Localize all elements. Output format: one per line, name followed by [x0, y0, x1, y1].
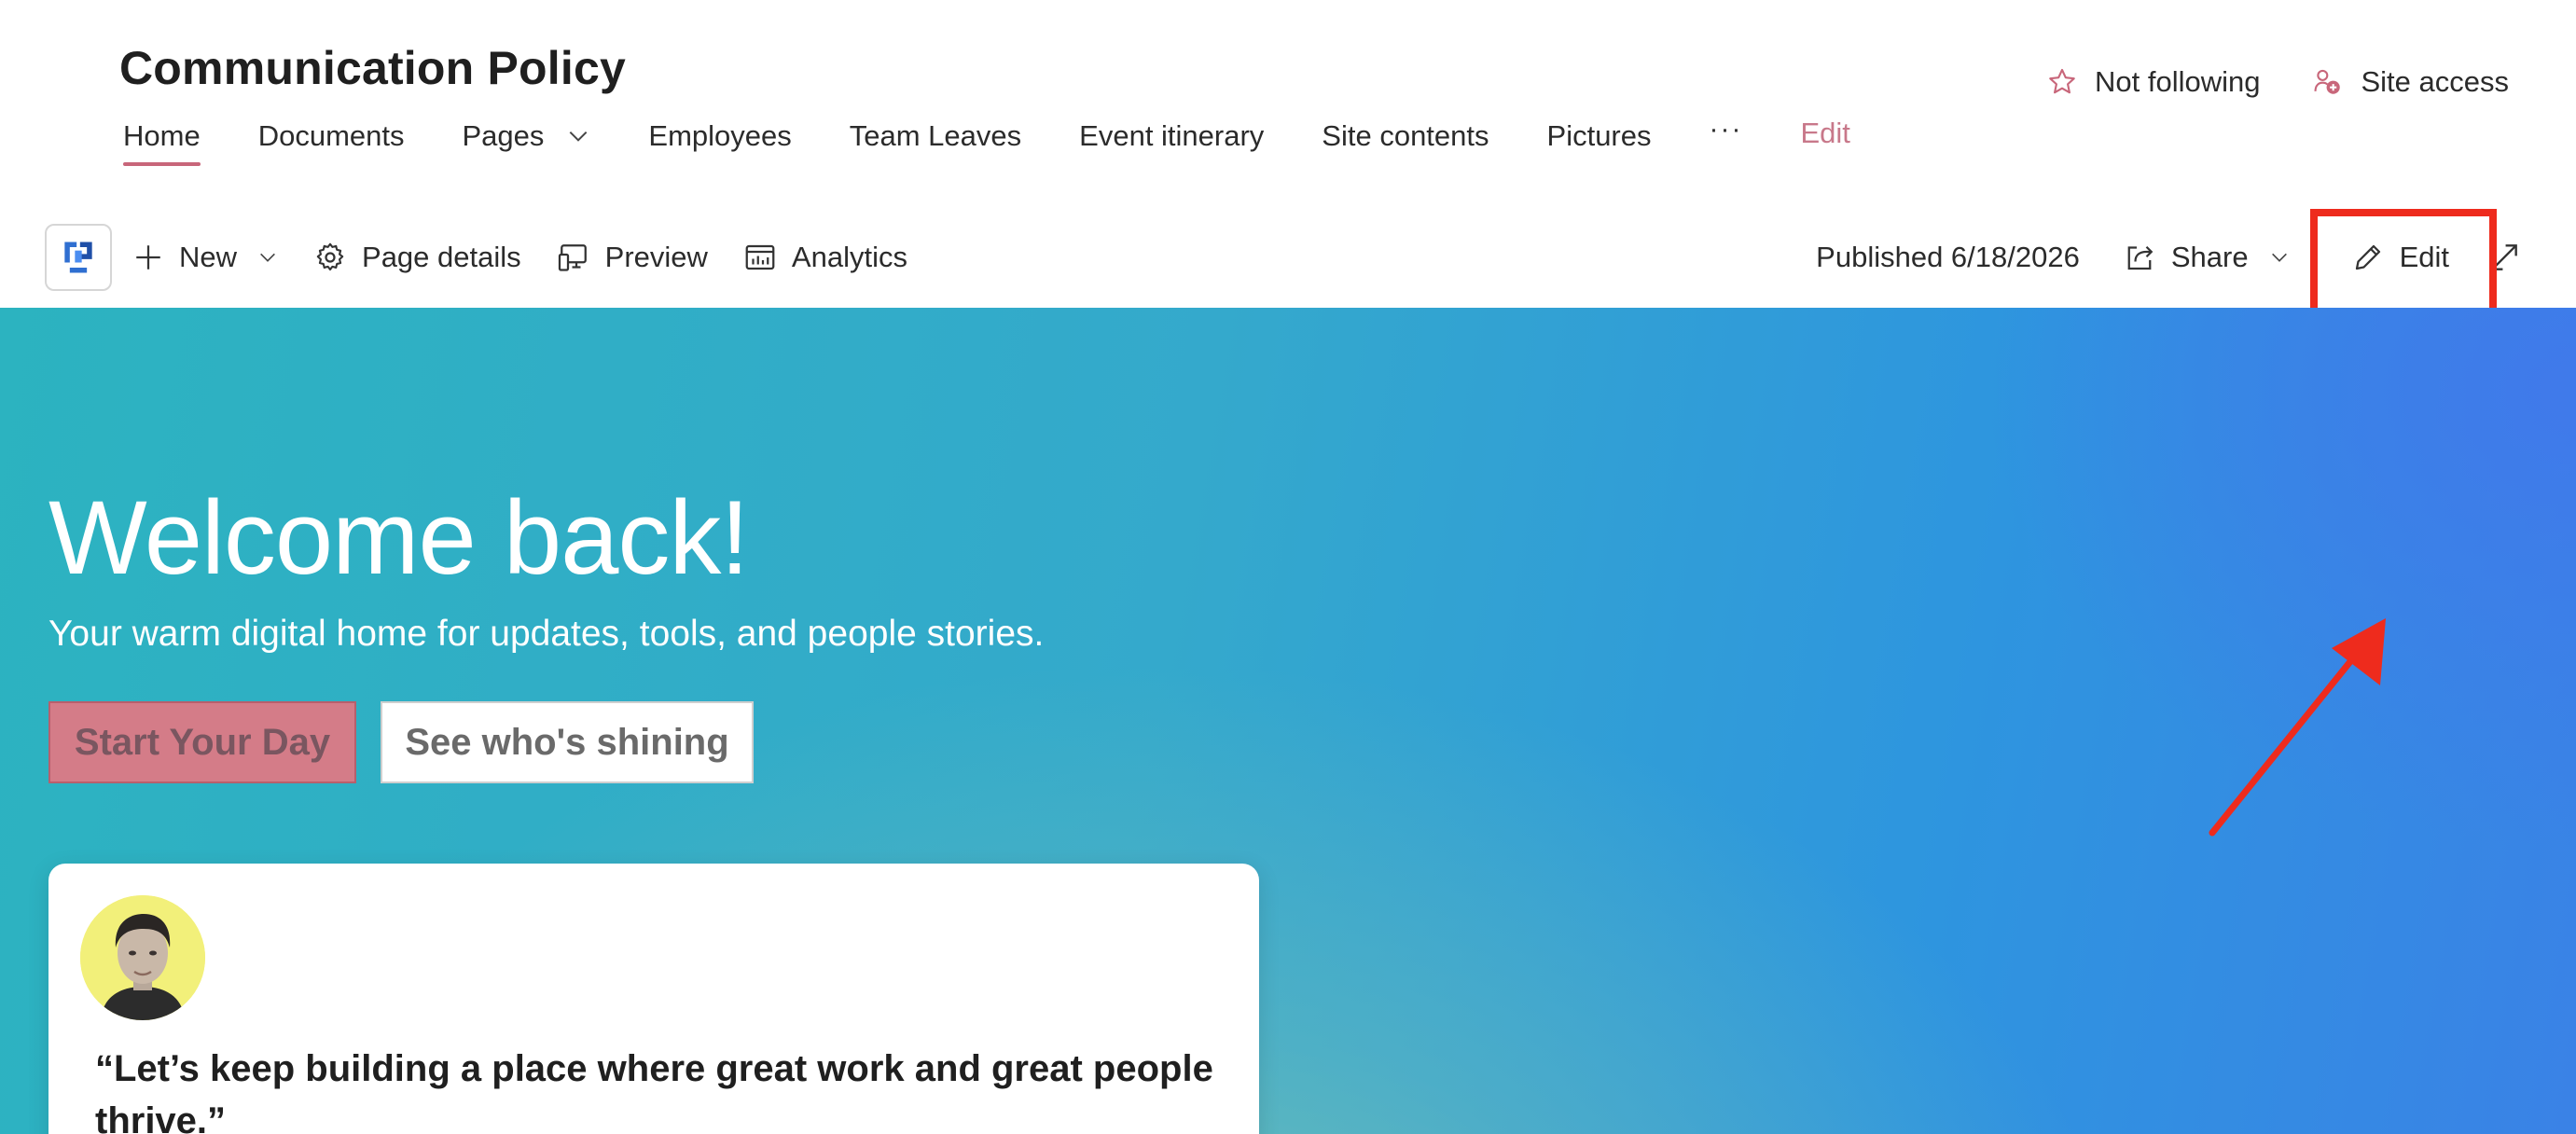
page-details-label: Page details — [362, 241, 521, 273]
follow-button[interactable]: Not following — [2046, 65, 2260, 99]
see-whos-shining-button[interactable]: See who's shining — [381, 701, 754, 783]
site-header: Communication Policy Home Documents Page… — [0, 0, 2576, 198]
analytics-button[interactable]: Analytics — [743, 241, 907, 274]
new-button[interactable]: New — [132, 241, 278, 274]
site-title[interactable]: Communication Policy — [119, 41, 626, 95]
share-button[interactable]: Share — [2123, 241, 2290, 274]
new-label: New — [179, 241, 238, 273]
edit-page-button[interactable]: Edit — [2309, 209, 2497, 315]
app-logo-icon — [64, 242, 92, 273]
share-icon — [2127, 245, 2154, 270]
preview-button[interactable]: Preview — [557, 241, 708, 274]
command-bar-right: Published 6/18/2026 Share Edit — [1816, 209, 2522, 315]
more-nav-button[interactable]: ··· — [1710, 114, 1743, 145]
start-your-day-button[interactable]: Start Your Day — [48, 701, 356, 783]
pencil-icon — [2355, 244, 2380, 270]
nav-item-event-itinerary[interactable]: Event itinerary — [1079, 119, 1264, 153]
follow-label: Not following — [2095, 65, 2261, 98]
header-actions: Not following Site access — [1994, 65, 2509, 99]
annotation-arrow — [2209, 618, 2386, 837]
command-bar-left: New Page details Preview Analytics — [132, 235, 943, 280]
analytics-icon — [745, 244, 775, 270]
site-nav: Home Documents Pages Employees Team Leav… — [123, 114, 1908, 166]
nav-item-pages-label: Pages — [462, 119, 545, 152]
person-portrait — [80, 895, 205, 1020]
command-bar: New Page details Preview Analytics Publi… — [0, 209, 2576, 315]
nav-item-site-contents[interactable]: Site contents — [1322, 119, 1489, 153]
preview-icon — [558, 244, 587, 271]
site-access-button[interactable]: Site access — [2312, 65, 2509, 99]
quote-card: “Let’s keep building a place where great… — [48, 864, 1259, 1134]
analytics-label: Analytics — [791, 241, 907, 273]
share-label: Share — [2170, 241, 2249, 273]
preview-label: Preview — [604, 241, 708, 273]
quote-text: “Let’s keep building a place where great… — [95, 1048, 1213, 1134]
site-access-icon — [2314, 69, 2341, 94]
nav-item-documents[interactable]: Documents — [258, 119, 405, 153]
site-access-label: Site access — [2361, 65, 2509, 98]
plus-icon — [136, 245, 160, 270]
nav-item-pages[interactable]: Pages — [463, 119, 591, 153]
edit-label: Edit — [2399, 241, 2449, 273]
star-icon — [2049, 68, 2075, 94]
hero-subtitle: Your warm digital home for updates, tool… — [48, 614, 1045, 654]
avatar — [80, 895, 205, 1020]
page-details-button[interactable]: Page details — [313, 241, 521, 274]
app-logo[interactable] — [45, 224, 112, 291]
published-status: Published 6/18/2026 — [1816, 241, 2080, 273]
nav-item-home[interactable]: Home — [123, 119, 201, 166]
gear-icon — [316, 242, 344, 271]
hero-section: Welcome back! Your warm digital home for… — [0, 308, 2576, 1134]
edit-nav-link[interactable]: Edit — [1800, 117, 1849, 150]
nav-item-employees[interactable]: Employees — [648, 119, 791, 153]
chevron-down-icon[interactable] — [257, 247, 278, 268]
chevron-down-icon[interactable] — [2269, 247, 2290, 268]
expand-icon[interactable] — [2486, 240, 2522, 275]
nav-item-team-leaves[interactable]: Team Leaves — [850, 119, 1021, 153]
nav-item-pictures[interactable]: Pictures — [1547, 119, 1652, 153]
chevron-down-icon[interactable] — [566, 124, 590, 148]
hero-title: Welcome back! — [48, 479, 750, 596]
